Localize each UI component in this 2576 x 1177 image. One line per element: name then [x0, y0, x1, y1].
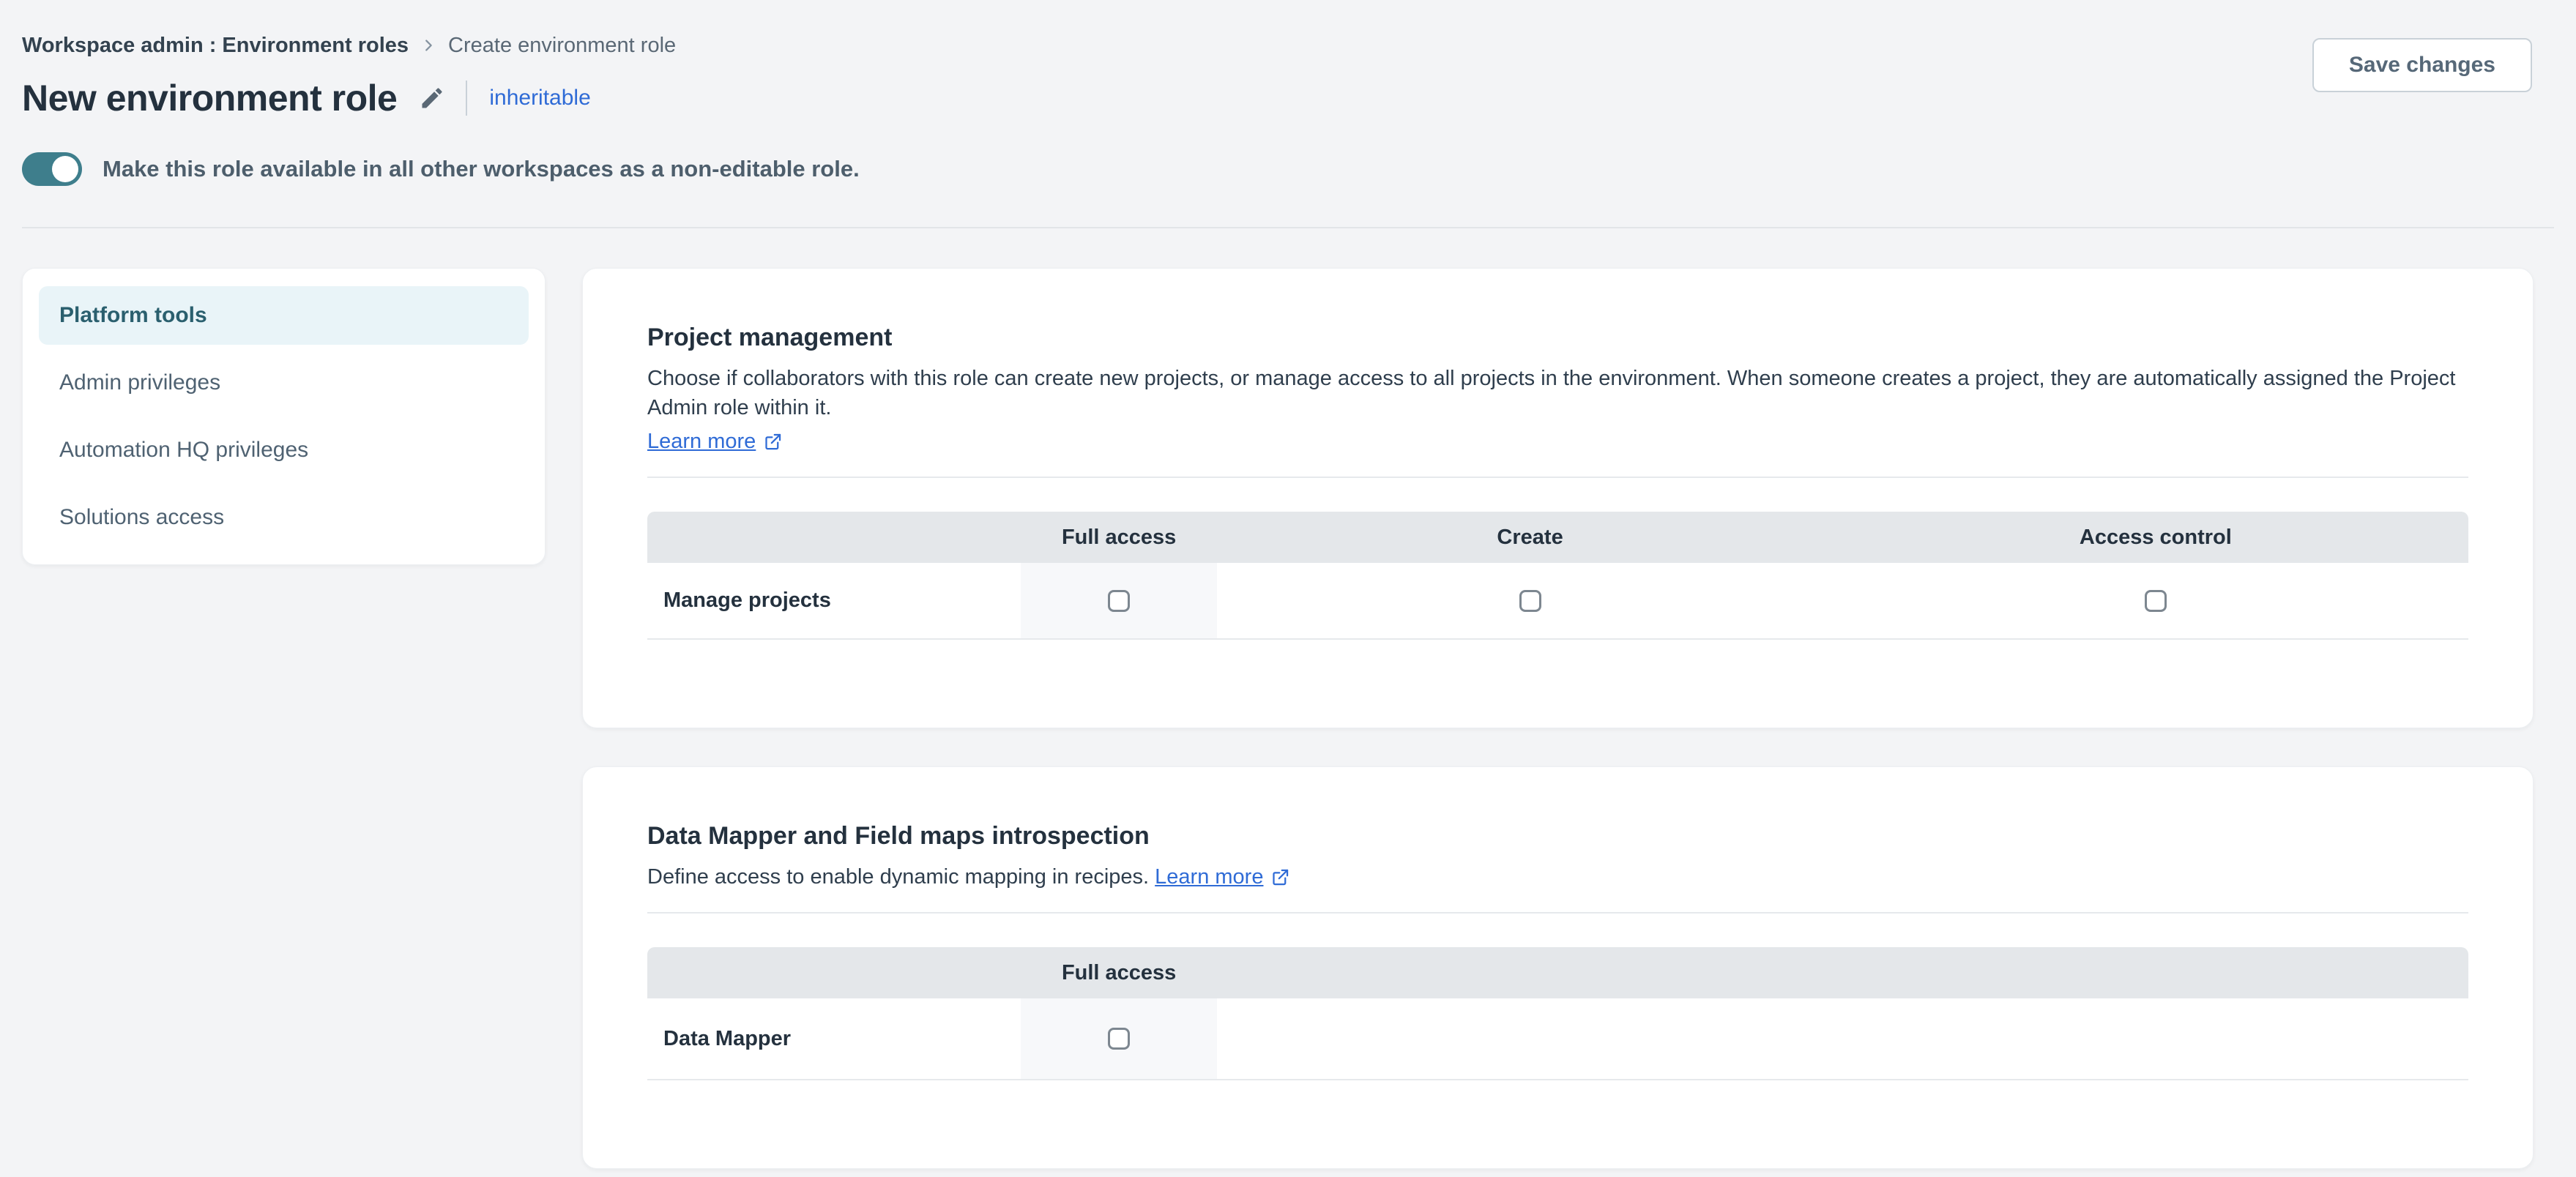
sidebar-item-label: Solutions access [59, 505, 224, 530]
card-title: Project management [647, 321, 2468, 354]
breadcrumb: Workspace admin : Environment roles Crea… [22, 32, 2532, 59]
main-content: Platform tools Admin privileges Automati… [0, 228, 2576, 1169]
save-changes-button[interactable]: Save changes [2312, 38, 2532, 92]
card-description: Choose if collaborators with this role c… [647, 364, 2468, 422]
table-header: Full access Create Access control [647, 512, 2468, 563]
learn-more-link[interactable]: Learn more [1155, 862, 1290, 892]
chevron-right-icon [420, 37, 436, 53]
external-link-icon [763, 432, 783, 452]
sidebar-item-platform-tools[interactable]: Platform tools [39, 286, 529, 345]
learn-more-link[interactable]: Learn more [647, 427, 783, 456]
sidebar: Platform tools Admin privileges Automati… [22, 268, 546, 565]
share-role-toggle-label: Make this role available in all other wo… [103, 156, 860, 182]
share-role-toggle[interactable] [22, 152, 82, 186]
top-header: Workspace admin : Environment roles Crea… [0, 0, 2576, 186]
table-row-data-mapper: Data Mapper [647, 998, 2468, 1080]
table-header: Full access [647, 947, 2468, 998]
edit-title-button[interactable] [419, 85, 445, 111]
page: Workspace admin : Environment roles Crea… [0, 0, 2576, 1169]
title-row: New environment role inheritable [22, 75, 2532, 122]
manage-projects-access-control-checkbox[interactable] [2145, 590, 2167, 612]
card-divider [647, 912, 2468, 913]
row-label: Data Mapper [663, 1027, 791, 1051]
project-management-card: Project management Choose if collaborato… [582, 268, 2534, 728]
pencil-icon [419, 85, 445, 111]
column-header-full-access: Full access [1021, 961, 1218, 985]
manage-projects-full-access-checkbox[interactable] [1108, 590, 1130, 612]
project-permissions-table: Full access Create Access control Manage… [647, 512, 2468, 640]
data-mapper-card: Data Mapper and Field maps introspection… [582, 766, 2534, 1169]
share-role-row: Make this role available in all other wo… [22, 152, 2532, 186]
card-description: Define access to enable dynamic mapping … [647, 865, 1149, 889]
row-label: Manage projects [663, 588, 831, 613]
card-divider [647, 477, 2468, 478]
column-header-access-control: Access control [1843, 526, 2468, 550]
breadcrumb-section[interactable]: Workspace admin : Environment roles [22, 32, 409, 59]
column-header-full-access: Full access [1021, 526, 1218, 550]
sidebar-item-label: Admin privileges [59, 370, 220, 395]
column-header-create: Create [1217, 526, 1842, 550]
sidebar-item-solutions-access[interactable]: Solutions access [39, 488, 529, 547]
title-divider [466, 81, 467, 116]
sidebar-item-label: Platform tools [59, 303, 207, 328]
sidebar-item-label: Automation HQ privileges [59, 438, 308, 463]
sidebar-item-automation-hq-privileges[interactable]: Automation HQ privileges [39, 421, 529, 479]
card-title: Data Mapper and Field maps introspection [647, 820, 2468, 852]
table-row-manage-projects: Manage projects [647, 563, 2468, 640]
toggle-knob-icon [52, 156, 78, 182]
external-link-icon [1270, 867, 1290, 887]
breadcrumb-current: Create environment role [448, 32, 676, 59]
data-mapper-permissions-table: Full access Data Mapper [647, 947, 2468, 1080]
cards-column: Project management Choose if collaborato… [582, 268, 2534, 1169]
manage-projects-create-checkbox[interactable] [1519, 590, 1541, 612]
sidebar-item-admin-privileges[interactable]: Admin privileges [39, 354, 529, 412]
page-title: New environment role [22, 75, 397, 122]
inheritable-link[interactable]: inheritable [489, 86, 590, 111]
data-mapper-full-access-checkbox[interactable] [1108, 1028, 1130, 1050]
